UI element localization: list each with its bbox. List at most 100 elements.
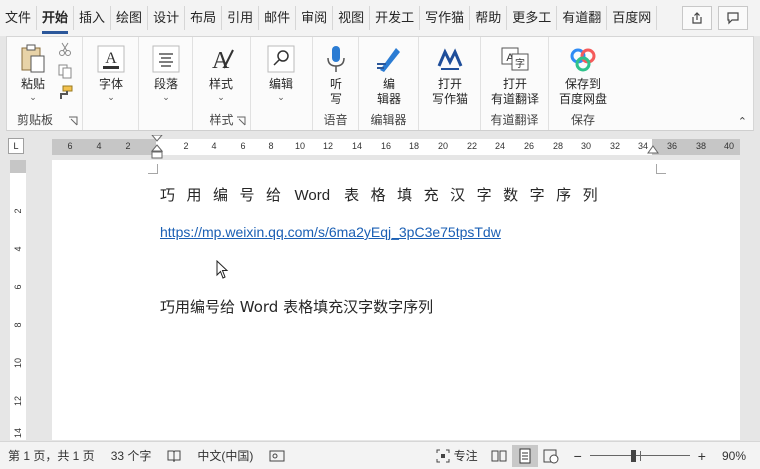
indent-marker-icon[interactable] xyxy=(151,135,163,159)
save-to-baidu-button[interactable]: 保存到 百度网盘 xyxy=(555,43,611,107)
dialog-launcher-icon[interactable] xyxy=(236,116,246,126)
paste-label: 粘贴 xyxy=(20,77,45,91)
zoom-slider-thumb[interactable] xyxy=(630,449,636,462)
dictate-button[interactable]: 听 写 xyxy=(319,43,353,107)
ruler-tick: 36 xyxy=(666,141,678,151)
tab-developer[interactable]: 开发工 xyxy=(370,6,421,30)
horizontal-ruler[interactable]: 6 4 2 2 4 6 8 10 12 14 16 18 20 22 24 26… xyxy=(52,135,740,159)
paste-button[interactable]: 粘贴 ⌄ xyxy=(13,43,53,102)
ruler-tick: 10 xyxy=(13,357,23,368)
focus-button[interactable]: 专注 xyxy=(428,447,486,464)
svg-text:字: 字 xyxy=(515,57,525,70)
heading-plain: 巧用编号给 Word 表格填充汉字数字序列 xyxy=(160,298,434,316)
translate-icon: A字 xyxy=(499,43,531,75)
word-count[interactable]: 33 个字 xyxy=(103,447,160,464)
baidu-label-1: 保存到 xyxy=(564,77,601,91)
document-page[interactable]: 巧用编号给 Word 表格填充汉字数字序列 https://mp.weixin.qq… xyxy=(52,160,740,440)
styles-icon: A xyxy=(205,43,237,75)
zoom-out-button[interactable]: − xyxy=(570,448,586,464)
tab-draw[interactable]: 绘图 xyxy=(111,6,149,30)
youdao-label-1: 打开 xyxy=(502,77,527,91)
vertical-ruler[interactable]: 2 4 6 8 10 12 14 xyxy=(10,160,26,440)
right-indent-marker-icon[interactable] xyxy=(647,145,659,155)
editor-button[interactable]: 编 辑器 xyxy=(367,43,411,107)
language-status[interactable]: 中文(中国) xyxy=(189,447,261,464)
tab-design[interactable]: 设计 xyxy=(148,6,186,30)
comments-button[interactable] xyxy=(718,6,748,30)
styles-button[interactable]: A 样式 ⌄ xyxy=(199,43,243,102)
group-clipboard: 粘贴 ⌄ 剪贴板 xyxy=(7,37,83,130)
group-paragraph: 段落 ⌄ xyxy=(139,37,193,130)
tab-insert[interactable]: 插入 xyxy=(74,6,112,30)
group-save: 保存到 百度网盘 保存 xyxy=(549,37,617,130)
article-link[interactable]: https://mp.weixin.qq.com/s/6ma2yEqj_3pC3… xyxy=(160,224,501,240)
ruler-tick: 8 xyxy=(268,141,274,151)
crop-mark xyxy=(656,164,666,174)
cut-icon[interactable] xyxy=(57,41,73,57)
tab-view[interactable]: 视图 xyxy=(333,6,371,30)
ruler-tick: 26 xyxy=(523,141,535,151)
macro-record-icon xyxy=(269,450,285,461)
group-voice: 听 写 语音 xyxy=(313,37,359,130)
ruler-tick: 6 xyxy=(67,141,73,151)
paste-icon xyxy=(17,43,49,75)
ruler-tick: 32 xyxy=(609,141,621,151)
proofing-status[interactable] xyxy=(159,449,189,463)
ruler-tick: 20 xyxy=(437,141,449,151)
youdao-label-2: 有道翻译 xyxy=(490,92,539,106)
tab-help[interactable]: 帮助 xyxy=(470,6,508,30)
dictate-label-2: 写 xyxy=(329,92,342,106)
zoom-level[interactable]: 90% xyxy=(714,449,760,463)
tab-selector[interactable]: L xyxy=(8,138,24,154)
dialog-launcher-icon[interactable] xyxy=(68,116,78,126)
heading-part-1: 巧用编号给 xyxy=(160,186,293,204)
zoom-slider[interactable] xyxy=(589,449,690,462)
microphone-icon xyxy=(320,43,352,75)
font-button[interactable]: A 字体 ⌄ xyxy=(89,43,133,102)
macro-status[interactable] xyxy=(261,449,293,463)
vertical-ruler-margin xyxy=(10,160,26,173)
web-layout-button[interactable] xyxy=(538,445,564,467)
read-mode-button[interactable] xyxy=(486,445,512,467)
ruler-tick: 40 xyxy=(723,141,735,151)
share-button[interactable] xyxy=(682,6,712,30)
tab-xiezuomao[interactable]: 写作猫 xyxy=(420,6,471,30)
tab-more-tools[interactable]: 更多工 xyxy=(507,6,558,30)
tab-mailings[interactable]: 邮件 xyxy=(259,6,297,30)
page-count[interactable]: 第 1 页，共 1 页 xyxy=(0,447,103,464)
tab-references[interactable]: 引用 xyxy=(222,6,260,30)
ruler-tick: 2 xyxy=(13,208,23,214)
group-label-voice: 语音 xyxy=(323,113,348,127)
tab-home[interactable]: 开始 xyxy=(37,6,75,34)
heading-part-2: 表格填充汉字数字序列 xyxy=(344,186,610,204)
tab-file[interactable]: 文件 xyxy=(0,6,38,30)
format-painter-icon[interactable] xyxy=(57,85,73,101)
tab-review[interactable]: 审阅 xyxy=(296,6,334,30)
xiezuomao-label-2: 写作猫 xyxy=(431,92,468,106)
copy-icon[interactable] xyxy=(57,63,73,79)
print-layout-icon xyxy=(519,448,531,463)
baidu-label-2: 百度网盘 xyxy=(558,92,607,106)
xiezuomao-icon xyxy=(434,43,466,75)
open-youdao-button[interactable]: A字 打开 有道翻译 xyxy=(487,43,543,107)
book-icon xyxy=(167,450,181,462)
heading-spaced: 巧用编号给 Word 表格填充汉字数字序列 xyxy=(160,184,609,205)
collapse-ribbon-icon[interactable]: ⌃ xyxy=(738,115,747,128)
ruler-tick: 8 xyxy=(13,322,23,328)
editing-button[interactable]: 编辑 ⌄ xyxy=(259,43,303,102)
focus-icon xyxy=(436,449,450,462)
open-xiezuomao-button[interactable]: 打开 写作猫 xyxy=(425,43,475,107)
paragraph-button[interactable]: 段落 ⌄ xyxy=(144,43,188,102)
zoom-in-button[interactable]: + xyxy=(694,448,710,464)
tab-youdao[interactable]: 有道翻 xyxy=(557,6,608,30)
vertical-scrollbar[interactable] xyxy=(746,160,760,440)
tab-baidu[interactable]: 百度网 xyxy=(607,6,658,30)
ruler-tick: 30 xyxy=(580,141,592,151)
ruler-tick: 6 xyxy=(240,141,246,151)
tab-layout[interactable]: 布局 xyxy=(185,6,223,30)
ruler-tick: 10 xyxy=(294,141,306,151)
ruler-tick: 4 xyxy=(211,141,217,151)
ruler-tick: 2 xyxy=(183,141,189,151)
print-layout-button[interactable] xyxy=(511,444,538,467)
mouse-pointer-icon xyxy=(216,260,229,279)
